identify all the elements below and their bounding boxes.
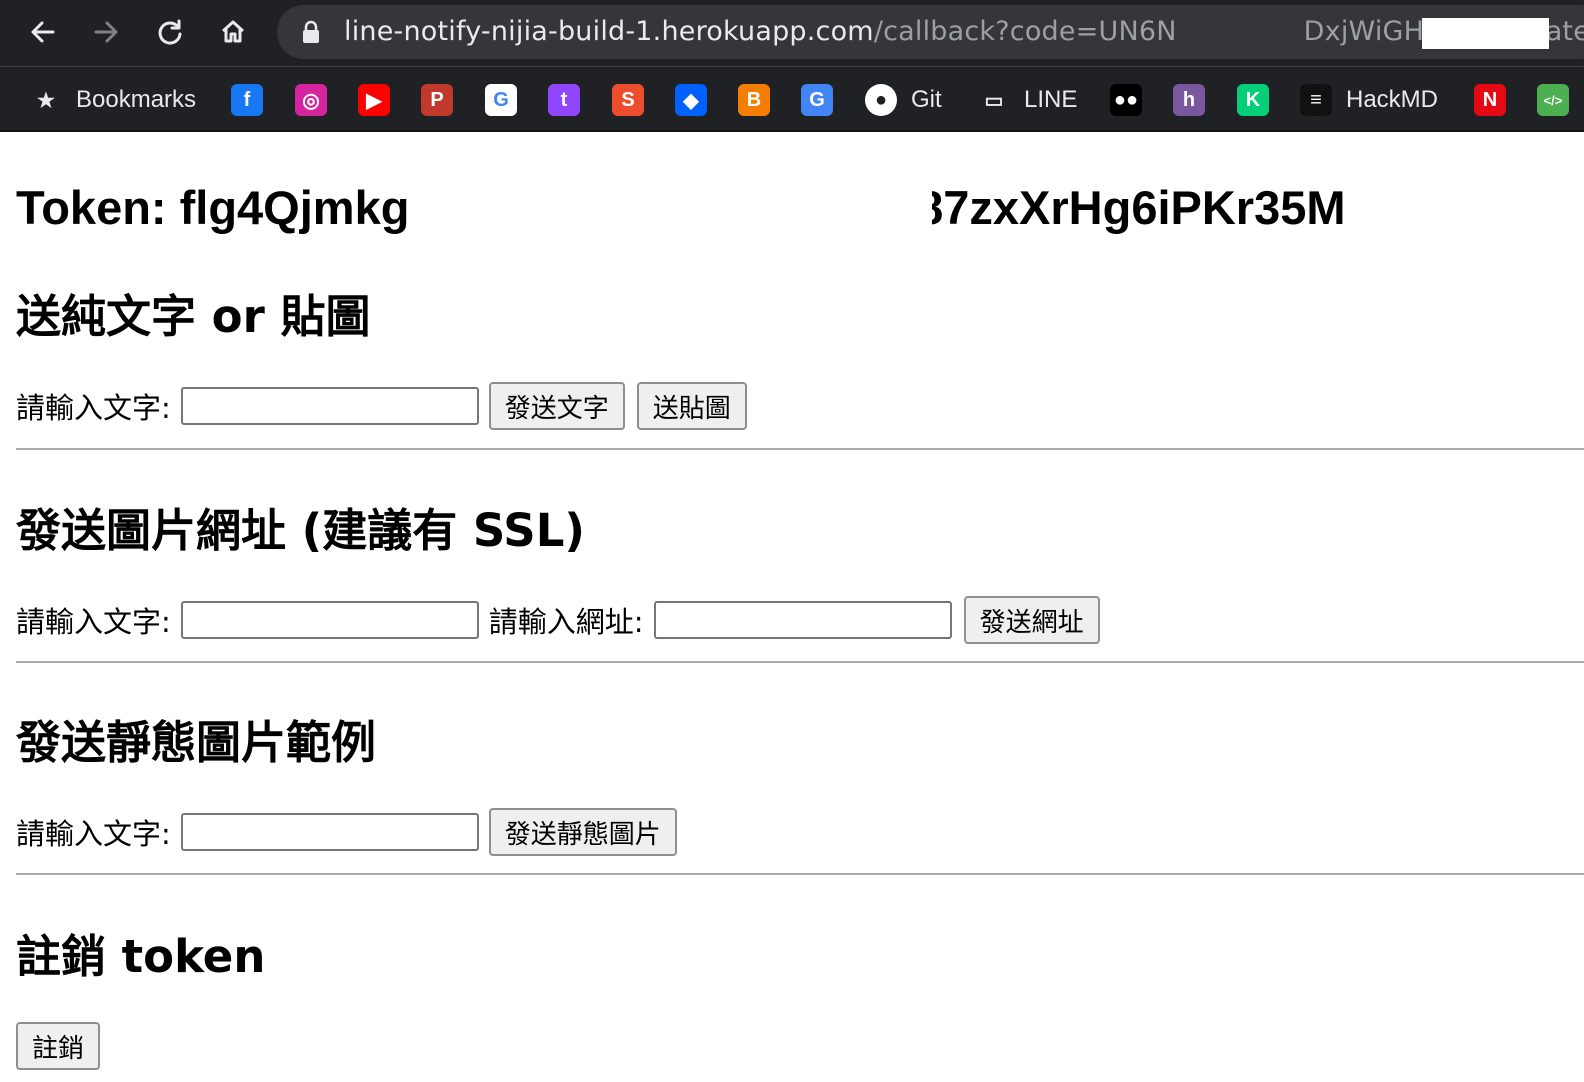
hackmd-icon: ≡ [1300, 84, 1332, 116]
kickstarter-icon: K [1237, 84, 1269, 116]
github-bookmark[interactable]: ● Git [865, 83, 942, 117]
send-static-image-button[interactable]: 發送靜態圖片 [488, 808, 677, 856]
forward-button[interactable] [84, 10, 128, 54]
back-arrow-icon [31, 21, 55, 43]
shopee-bookmark[interactable]: S [612, 83, 644, 117]
youtube-bookmark[interactable]: ▶ [358, 83, 390, 117]
heading-send-text: 送純文字 or 貼圖 [16, 290, 371, 343]
reload-icon [158, 19, 182, 45]
url-text: line-notify-nijia-build-1.herokuapp.com/… [344, 16, 1584, 47]
image-text-input-label: 請輸入文字: [16, 605, 171, 639]
browser-chrome: line-notify-nijia-build-1.herokuapp.com/… [0, 0, 1584, 132]
send-image-url-form: 請輸入文字: 請輸入網址: 發送網址 [16, 596, 1112, 644]
kickstarter-bookmark[interactable]: K [1237, 83, 1269, 117]
url-redaction [1422, 18, 1549, 49]
send-sticker-button[interactable]: 送貼圖 [636, 382, 747, 430]
heading-send-static-image: 發送靜態圖片範例 [16, 716, 377, 769]
netflix-bookmark[interactable]: N [1474, 83, 1506, 117]
send-text-form: 請輸入文字: 發送文字 送貼圖 [16, 382, 759, 430]
medium-icon: ●● [1110, 84, 1142, 116]
folder-icon: ▭ [984, 89, 1004, 112]
youtube-icon: ▶ [358, 84, 390, 116]
forward-arrow-icon [94, 21, 118, 43]
bookmark-label: HackMD [1346, 86, 1439, 113]
url-host: line-notify-nijia-build-1.herokuapp.com [344, 16, 874, 47]
translate-icon: G [801, 84, 833, 116]
static-message-text-input[interactable] [180, 813, 479, 851]
pocket-icon: P [421, 84, 453, 116]
send-url-button[interactable]: 發送網址 [963, 596, 1100, 644]
send-static-image-form: 請輸入文字: 發送靜態圖片 [16, 808, 689, 856]
reload-button[interactable] [148, 10, 192, 54]
blogger-bookmark[interactable]: B [738, 83, 770, 117]
home-icon [221, 20, 245, 43]
shopee-icon: S [612, 84, 644, 116]
divider-1 [16, 448, 1584, 450]
token-redaction [424, 176, 932, 236]
chrome-divider [0, 130, 1584, 132]
token-prefix: Token: flg4Qjmkg [16, 181, 410, 234]
static-text-input-label: 請輸入文字: [16, 817, 171, 851]
heading-send-image-url: 發送圖片網址 (建議有 SSL) [16, 504, 585, 557]
blogger-icon: B [738, 84, 770, 116]
twitch-bookmark[interactable]: t [548, 83, 580, 117]
bookmarks-star-bookmark[interactable]: ★ Bookmarks [30, 83, 196, 117]
instagram-bookmark[interactable]: ◎ [295, 83, 327, 117]
image-url-input-label: 請輸入網址: [488, 605, 644, 639]
url-path: /callback?code=UN6N [873, 16, 1177, 47]
divider-2 [16, 661, 1584, 663]
heroku-icon: h [1173, 84, 1205, 116]
github-icon: ● [865, 84, 897, 116]
facebook-icon: f [231, 84, 263, 116]
instagram-icon: ◎ [295, 84, 327, 116]
dropbox-bookmark[interactable]: ◆ [675, 83, 707, 117]
twitch-icon: t [548, 84, 580, 116]
facebook-bookmark[interactable]: f [231, 83, 263, 117]
bookmark-label: Git [911, 86, 942, 113]
folder-bookmark[interactable]: ▭ LINE [978, 83, 1078, 117]
google-bookmark[interactable]: G [485, 83, 517, 117]
code-icon: </> [1537, 84, 1569, 116]
heroku-bookmark[interactable]: h [1173, 83, 1205, 117]
message-text-input[interactable] [180, 387, 479, 425]
navigation-bar: line-notify-nijia-build-1.herokuapp.com/… [0, 0, 1584, 66]
divider-3 [16, 873, 1584, 875]
dropbox-icon: ◆ [675, 84, 707, 116]
netflix-icon: N [1474, 84, 1506, 116]
send-text-button[interactable]: 發送文字 [488, 382, 625, 430]
image-message-text-input[interactable] [180, 601, 479, 639]
pocket-bookmark[interactable]: P [421, 83, 453, 117]
heading-revoke-token: 註銷 token [16, 930, 266, 983]
token-suffix: f87zxXrHg6iPKr35M [901, 181, 1346, 234]
text-input-label: 請輸入文字: [16, 391, 171, 425]
google-icon: G [485, 84, 517, 116]
back-button[interactable] [21, 10, 65, 54]
code-bookmark[interactable]: </> [1537, 83, 1569, 117]
image-url-input[interactable] [653, 601, 952, 639]
bookmark-label: Bookmarks [76, 86, 197, 113]
medium-bookmark[interactable]: ●● [1110, 83, 1142, 117]
revoke-button[interactable]: 註銷 [16, 1022, 101, 1070]
revoke-form: 註銷 [16, 1022, 112, 1070]
translate-bookmark[interactable]: G [801, 83, 833, 117]
home-button[interactable] [211, 10, 255, 54]
bookmarks-bar: ★ Bookmarks f ◎ ▶ P Gt S ◆ B G ● Git ▭ LINE ●● h K ≡ HackMD… [0, 66, 1584, 131]
bookmark-label: LINE [1024, 86, 1078, 113]
bookmarks-star-icon: ★ [37, 89, 55, 112]
hackmd-bookmark[interactable]: ≡ HackMD [1300, 83, 1438, 117]
lock-icon [303, 20, 319, 43]
address-bar[interactable]: line-notify-nijia-build-1.herokuapp.com/… [277, 5, 1584, 59]
